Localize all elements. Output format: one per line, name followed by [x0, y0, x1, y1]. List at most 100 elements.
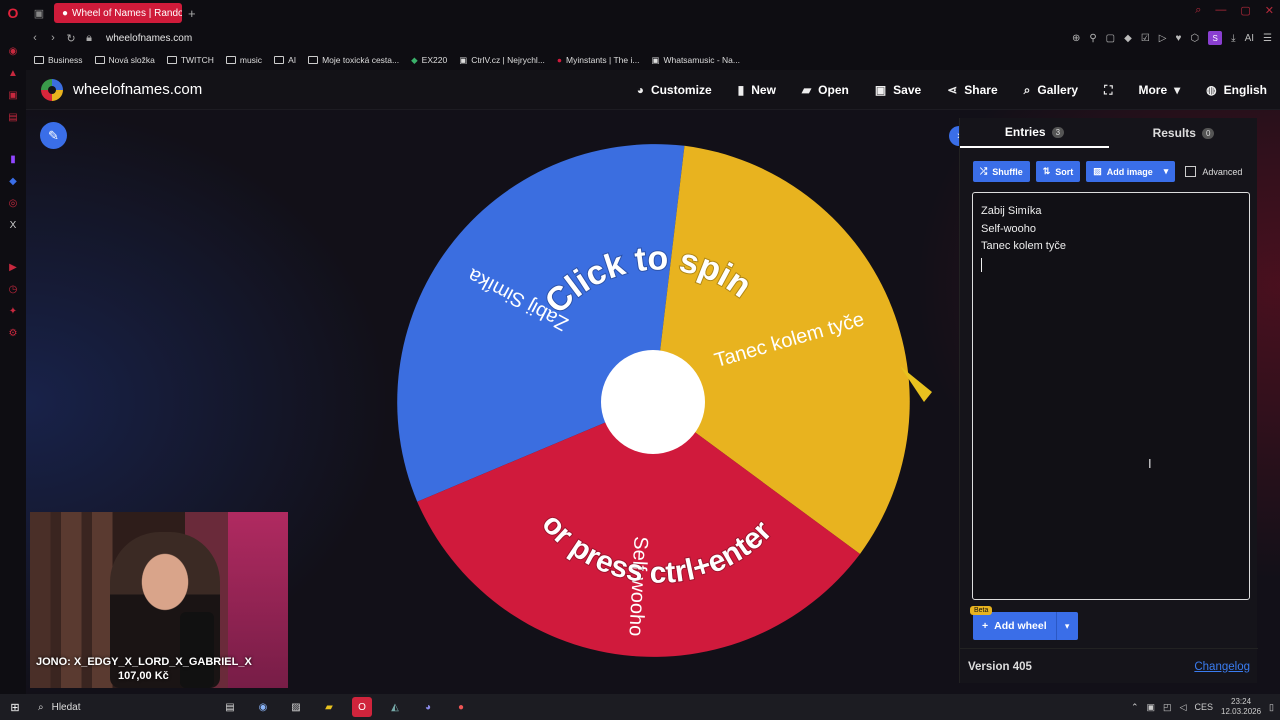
- search-tabs-icon[interactable]: ⌕: [1195, 4, 1201, 17]
- menu-language[interactable]: ◍ English: [1193, 83, 1280, 97]
- url-field[interactable]: wheelofnames.com: [106, 33, 192, 44]
- changelog-link[interactable]: Changelog: [1194, 661, 1250, 673]
- bookmark-item[interactable]: ◆ EX220: [411, 55, 447, 66]
- wallet-icon[interactable]: ▣: [7, 90, 19, 102]
- x-icon[interactable]: X: [7, 220, 19, 232]
- opera-logo-icon[interactable]: O: [0, 0, 26, 26]
- notifications-icon[interactable]: ▯: [1269, 702, 1274, 713]
- puzzle-icon[interactable]: ⬡: [1190, 33, 1199, 44]
- bookmark-item[interactable]: Nová složka: [94, 55, 155, 65]
- settings-icon[interactable]: ⚙: [7, 328, 19, 340]
- reload-icon[interactable]: ↻: [62, 32, 80, 45]
- pencil-icon: ✎: [48, 127, 59, 143]
- bookmark-item[interactable]: music: [225, 55, 262, 65]
- spin-wheel[interactable]: Zabij Simíka Tanec kolem tyče Self-wooho…: [396, 144, 932, 660]
- volume-icon[interactable]: ◁: [1180, 702, 1187, 713]
- folder-icon: [94, 56, 105, 64]
- twitch-icon[interactable]: ▮: [7, 154, 19, 166]
- pin-icon[interactable]: ⚲: [1089, 33, 1096, 44]
- globe-icon: ◍: [1206, 83, 1217, 97]
- snapshot-icon[interactable]: ▢: [1106, 33, 1115, 44]
- app-icon[interactable]: ◭: [385, 697, 405, 717]
- minimize-button[interactable]: —: [1215, 4, 1226, 17]
- back-icon[interactable]: ‹: [26, 32, 44, 44]
- bookmark-item[interactable]: Business: [34, 55, 83, 65]
- new-tab-button[interactable]: +: [188, 6, 196, 21]
- menu-save[interactable]: ▣ Save: [862, 83, 934, 97]
- shield-icon[interactable]: ◆: [1124, 33, 1132, 44]
- checkbox-icon[interactable]: ☑: [1141, 33, 1150, 44]
- profile-avatar[interactable]: S: [1208, 31, 1223, 45]
- steam-icon[interactable]: ◉: [253, 697, 273, 717]
- menu-share[interactable]: ⋖ Share: [934, 83, 1010, 97]
- advanced-checkbox[interactable]: [1185, 166, 1197, 177]
- fullscreen-icon: ⛶: [1104, 82, 1113, 97]
- language-indicator[interactable]: CES: [1194, 702, 1213, 712]
- extensions-icon[interactable]: ✦: [7, 306, 19, 318]
- forward-icon[interactable]: ›: [44, 32, 62, 44]
- address-bar: ‹ › ↻ 🔒︎ wheelofnames.com ⊕ ⚲ ▢ ◆ ☑ ▷ ♥ …: [26, 26, 1280, 50]
- discord-icon[interactable]: ◕: [418, 697, 438, 717]
- zoom-icon[interactable]: ⊕: [1072, 33, 1080, 44]
- file-explorer-icon[interactable]: ▰: [319, 697, 339, 717]
- network-icon[interactable]: ◰: [1163, 702, 1172, 713]
- advanced-toggle[interactable]: Advanced: [1185, 166, 1242, 177]
- wheel-center-hub[interactable]: [601, 350, 705, 454]
- entries-textarea[interactable]: Zabij Simíka Self-wooho Tanec kolem tyče: [972, 192, 1250, 600]
- task-view-icon[interactable]: ▤: [220, 697, 240, 717]
- bookmark-item[interactable]: AI: [274, 55, 296, 65]
- menu-new[interactable]: ▮ New: [725, 83, 789, 97]
- add-image-button[interactable]: ▨ Add image ▾: [1086, 161, 1176, 182]
- menu-gallery[interactable]: ⌕ Gallery: [1011, 83, 1091, 98]
- add-wheel-dropdown-button[interactable]: ▾: [1055, 612, 1078, 640]
- tray-app-icon[interactable]: ▣: [1147, 702, 1156, 713]
- workspaces-icon[interactable]: ▣: [26, 7, 52, 20]
- sort-button[interactable]: ⇅ Sort: [1035, 161, 1081, 182]
- shopping-icon[interactable]: ▲: [7, 68, 19, 80]
- sort-icon: ⇅: [1042, 166, 1051, 176]
- browser-tab-bar: O ▣ ● Wheel of Names | Random + ⌕ — ▢ ✕: [0, 0, 1280, 26]
- tab-entries[interactable]: Entries 3: [960, 118, 1109, 148]
- browser-tab-active[interactable]: ● Wheel of Names | Random: [54, 3, 182, 23]
- bookmark-item[interactable]: ● Myinstants | The i...: [557, 55, 640, 65]
- bookmark-item[interactable]: ▣ CtrlV.cz | Nejrychl...: [459, 55, 545, 66]
- site-logo-icon[interactable]: [41, 78, 63, 101]
- messenger-icon[interactable]: ◆: [7, 176, 19, 188]
- taskbar-search[interactable]: ⌕ Hledat: [30, 702, 210, 713]
- bookmark-item[interactable]: Moje toxická cesta...: [308, 55, 399, 65]
- shuffle-button[interactable]: ⤮ Shuffle: [973, 161, 1030, 182]
- play-icon[interactable]: ▷: [1159, 33, 1167, 44]
- panel-tabs: Entries 3 Results 0: [960, 118, 1258, 148]
- snipping-icon[interactable]: ▨: [286, 697, 306, 717]
- edit-pencil-button[interactable]: ✎: [40, 122, 67, 149]
- system-tray: ⌃ ▣ ◰ ◁ CES 23:24 12.03.2026 ▯: [1131, 694, 1274, 720]
- windows-start-icon[interactable]: ⊞: [0, 701, 30, 714]
- opera-taskbar-icon[interactable]: O: [352, 697, 372, 717]
- tab-results[interactable]: Results 0: [1109, 118, 1258, 148]
- share-icon: ⋖: [947, 83, 958, 97]
- instagram-icon[interactable]: ◎: [7, 198, 19, 210]
- menu-more[interactable]: More ▾: [1125, 83, 1193, 97]
- chevron-up-icon[interactable]: ⌃: [1131, 702, 1139, 713]
- heart-icon[interactable]: ♥: [1175, 33, 1181, 44]
- clock[interactable]: 23:24 12.03.2026: [1221, 697, 1261, 717]
- add-wheel-button[interactable]: + Add wheel: [973, 612, 1056, 640]
- close-window-button[interactable]: ✕: [1265, 4, 1274, 17]
- app-icon[interactable]: ●: [451, 697, 471, 717]
- menu-customize[interactable]: ◕ Customize: [624, 83, 725, 97]
- download-icon[interactable]: ⤓: [1231, 33, 1235, 44]
- bookmark-item[interactable]: TWITCH: [166, 55, 214, 65]
- menu-fullscreen[interactable]: ⛶: [1091, 83, 1125, 98]
- entries-panel: Entries 3 Results 0 ⤮ Shuffle ⇅ Sort ▨ Add im…: [959, 118, 1258, 683]
- history-icon[interactable]: ◷: [7, 284, 19, 296]
- player-icon[interactable]: ▶: [7, 262, 19, 274]
- wheel-svg[interactable]: Zabij Simíka Tanec kolem tyče Self-wooho…: [396, 144, 932, 660]
- bookmark-item[interactable]: ▣ Whatsamusic - Na...: [651, 55, 740, 66]
- ai-icon[interactable]: ◉: [7, 46, 19, 58]
- maximize-button[interactable]: ▢: [1240, 4, 1250, 17]
- menu-open[interactable]: ▰ Open: [789, 83, 862, 97]
- site-name[interactable]: wheelofnames.com: [73, 81, 202, 98]
- aria-ai-button[interactable]: AI: [1245, 33, 1254, 44]
- menu-icon[interactable]: ☰: [1263, 33, 1272, 44]
- news-icon[interactable]: ▤: [7, 112, 19, 124]
